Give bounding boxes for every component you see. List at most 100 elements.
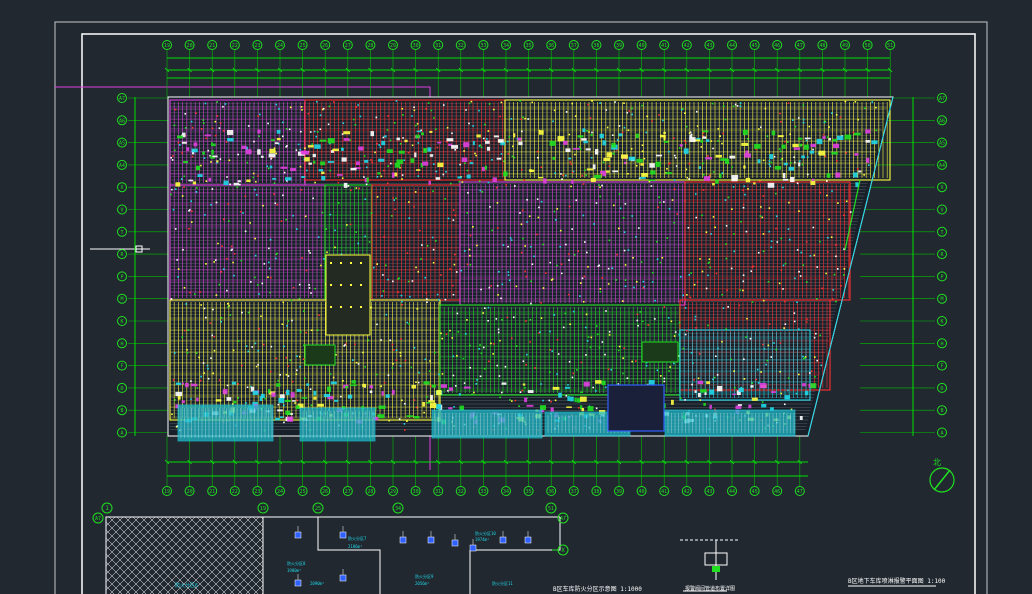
sprinkler-head (212, 372, 215, 375)
sprinkler-head (710, 233, 712, 235)
sprinkler-head (606, 126, 609, 129)
sprinkler-head (826, 194, 828, 197)
sprinkler-head (413, 109, 416, 112)
sprinkler-head (751, 266, 754, 269)
sprinkler-head (200, 304, 202, 306)
sprinkler-head (773, 155, 776, 158)
cad-drawing-viewport[interactable]: 19 20 21 22 23 24 25 26 27 28 29 30 31 32 33 34 35 36 37 38… (0, 0, 1032, 594)
sprinkler-head (301, 257, 303, 259)
annotation-block (698, 392, 701, 398)
sprinkler-head (205, 263, 207, 265)
annotation-block (650, 170, 656, 175)
annotation-block (415, 169, 421, 171)
sprinkler-head (478, 348, 481, 350)
annotation-block (810, 143, 816, 148)
sprinkler-head (172, 378, 175, 381)
sprinkler-head (370, 159, 372, 161)
annotation-block (753, 182, 756, 185)
sprinkler-head (496, 202, 499, 204)
sprinkler-head (725, 225, 728, 227)
sprinkler-head (666, 237, 669, 239)
sprinkler-head (309, 252, 311, 254)
equipment-mark (360, 262, 362, 264)
annotation-block (663, 135, 666, 141)
sprinkler-head (376, 142, 378, 145)
sprinkler-head (488, 103, 491, 105)
annotation-block (370, 131, 375, 137)
annotation-block (386, 149, 393, 154)
sprinkler-head (295, 149, 298, 151)
annotation-block (208, 177, 212, 182)
sprinkler-head (290, 299, 293, 302)
axis-label: 30 (413, 43, 419, 49)
sprinkler-head (802, 118, 805, 121)
sprinkler-head (502, 244, 505, 246)
equipment-mark (360, 284, 362, 286)
annotation-block (571, 179, 574, 185)
sprinkler-head (743, 378, 746, 380)
sprinkler-head (376, 176, 379, 178)
sprinkler-head (268, 261, 270, 264)
sprinkler-head (254, 276, 256, 279)
sprinkler-head (190, 221, 193, 223)
sprinkler-head (569, 323, 571, 326)
sprinkler-head (663, 380, 666, 383)
sprinkler-head (275, 253, 278, 256)
sprinkler-head (199, 291, 201, 293)
axis-label: 21 (209, 43, 215, 49)
annotation-block (538, 176, 544, 179)
annotation-block (330, 381, 337, 385)
axis-label: 31 (435, 43, 441, 49)
sprinkler-head (484, 123, 486, 126)
sprinkler-head (821, 287, 824, 290)
sprinkler-head (445, 333, 448, 335)
sprinkler-head (627, 249, 630, 251)
sprinkler-head (479, 344, 481, 346)
sprinkler-head (205, 316, 207, 319)
annotation-block (396, 159, 404, 164)
sprinkler-head (382, 136, 385, 139)
sprinkler-head (631, 107, 633, 110)
annotation-block (351, 380, 356, 384)
sprinkler-head (619, 207, 622, 210)
annotation-block (185, 382, 189, 388)
annotation-block (601, 380, 606, 386)
annotation-block (526, 404, 534, 407)
axis-label: 44 (729, 489, 735, 495)
sprinkler-head (199, 379, 202, 382)
sprinkler-head (417, 142, 420, 144)
sprinkler-head (329, 169, 331, 172)
zone-text: 2186m² (348, 544, 362, 549)
sprinkler-head (526, 221, 528, 223)
sprinkler-head (626, 111, 628, 114)
sprinkler-head (216, 115, 219, 117)
sprinkler-head (298, 297, 301, 300)
sprinkler-head (240, 210, 242, 213)
sprinkler-head (349, 139, 351, 141)
sprinkler-head (762, 250, 765, 253)
sprinkler-head (716, 374, 719, 376)
axis-label: A5 (939, 141, 945, 147)
valve-marker (399, 536, 407, 544)
annotation-block (421, 132, 424, 136)
annotation-block (285, 410, 291, 415)
sprinkler-head (778, 282, 781, 285)
sprinkler-head (651, 271, 654, 274)
sprinkler-head (721, 340, 723, 343)
sprinkler-head (798, 373, 800, 376)
sprinkler-head (550, 279, 553, 281)
sprinkler-head (779, 112, 781, 115)
sprinkler-head (499, 396, 501, 399)
sprinkler-head (683, 112, 686, 114)
sprinkler-head (622, 357, 624, 360)
sprinkler-head (545, 272, 547, 274)
annotation-block (274, 142, 279, 145)
sprinkler-head (820, 364, 823, 367)
annotation-block (429, 130, 433, 133)
sprinkler-head (780, 269, 783, 272)
sprinkler-head (262, 204, 264, 207)
sprinkler-head (784, 300, 786, 303)
sprinkler-head (537, 156, 539, 159)
sprinkler-head (406, 420, 408, 422)
sprinkler-head (357, 363, 360, 365)
